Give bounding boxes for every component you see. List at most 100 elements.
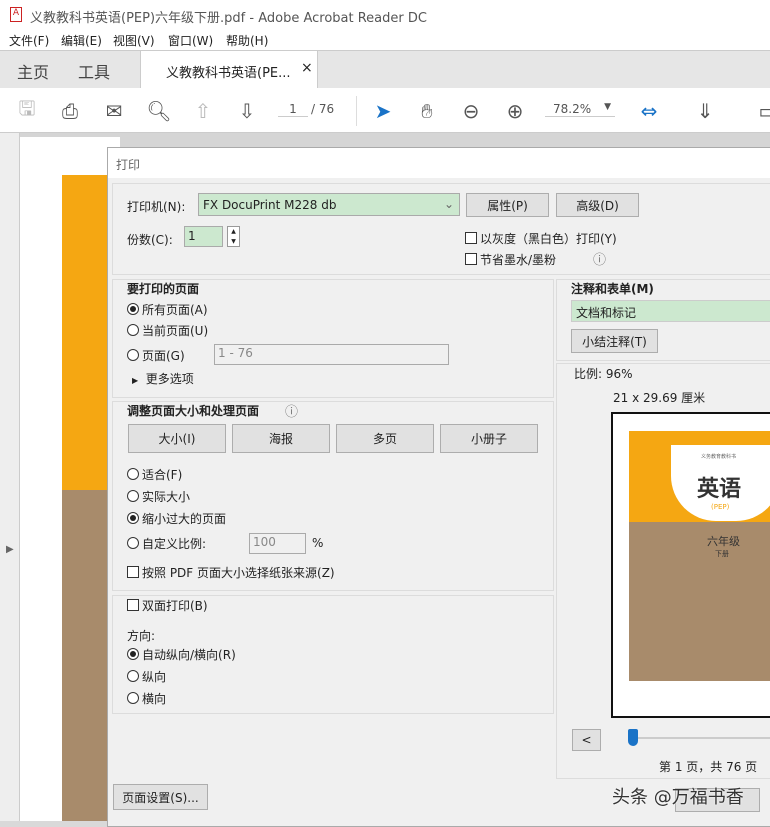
comment-icon[interactable]: ▭ [755, 98, 770, 124]
cover-series: 义务教育教科书 [701, 454, 737, 460]
save-ink-checkbox[interactable] [465, 253, 477, 265]
current-page-label: 当前页面(U) [142, 324, 209, 338]
page-info: 第 1 页，共 76 页 [659, 760, 758, 774]
printer-label: 打印机(N): [127, 200, 186, 214]
fit-radio[interactable] [127, 468, 139, 480]
custom-scale-radio[interactable] [127, 537, 139, 549]
menu-window[interactable]: 窗口(W) [168, 32, 213, 49]
sizing-title: 调整页面大小和处理页面 [127, 404, 260, 418]
page-up-icon[interactable]: ⇧ [190, 98, 216, 124]
page-range-label: 页面(G) [142, 349, 185, 363]
print-dialog: 打印 打印机(N): FX DocuPrint M228 db ⌄ 属性(P) 高… [107, 147, 770, 827]
menu-file[interactable]: 文件(F) [9, 32, 49, 49]
shrink-label: 缩小过大的页面 [142, 512, 227, 526]
custom-scale-input[interactable]: 100 [249, 533, 306, 554]
toolbar: 🖫 ⎙ ✉ 🔍︎ ⇧ ⇩ 1 / 76 ➤ ✋︎ ⊖ ⊕ 78.2% ▼ ⇔ ⇓ … [0, 88, 770, 133]
copies-stepper[interactable]: ▲ ▼ [227, 226, 240, 247]
portrait-radio[interactable] [127, 670, 139, 682]
scroll-mode-icon[interactable]: ⇓ [692, 98, 718, 124]
save-ink-label: 节省墨水/墨粉 [480, 253, 557, 267]
window-title: 义教教科书英语(PEP)六年级下册.pdf - Adobe Acrobat Re… [30, 11, 427, 26]
menu-help[interactable]: 帮助(H) [226, 32, 268, 49]
current-page-radio[interactable] [127, 324, 139, 336]
grayscale-checkbox[interactable] [465, 232, 477, 244]
select-cursor-icon[interactable]: ➤ [370, 98, 396, 124]
cover-grade: 六年级 [707, 535, 740, 548]
preview-cover: 义务教育教科书 英语 (PEP) 六年级 下册 [629, 431, 770, 681]
print-preview: 义务教育教科书 英语 (PEP) 六年级 下册 [611, 412, 770, 718]
printer-value: FX DocuPrint M228 db [203, 198, 337, 212]
page-slider-track[interactable] [628, 737, 770, 739]
auto-orientation-label: 自动纵向/横向(R) [142, 648, 236, 662]
zoom-out-icon[interactable]: ⊖ [458, 98, 484, 124]
title-bar: A 义教教科书英语(PEP)六年级下册.pdf - Adobe Acrobat … [0, 0, 770, 30]
search-icon[interactable]: 🔍︎ [146, 98, 172, 124]
more-options-label: 更多选项 [145, 372, 194, 386]
zoom-select[interactable]: 78.2% ▼ [545, 102, 615, 117]
scale-readout: 比例: 96% [574, 367, 633, 381]
left-panel: ▶ [0, 133, 20, 821]
watermark: 头条 @万福书香 [612, 787, 744, 808]
copies-input[interactable]: 1 [184, 226, 223, 247]
properties-button[interactable]: 属性(P) [466, 193, 549, 217]
close-tab-icon[interactable]: × [301, 60, 313, 76]
tab-document[interactable]: 义教教科书英语(PE... × [140, 51, 318, 89]
menu-view[interactable]: 视图(V) [113, 32, 155, 49]
menu-bar: 文件(F) 编辑(E) 视图(V) 窗口(W) 帮助(H) [0, 30, 770, 50]
all-pages-label: 所有页面(A) [142, 303, 208, 317]
copies-label: 份数(C): [127, 233, 173, 247]
zoom-value: 78.2% [553, 102, 592, 116]
cover-volume: 下册 [715, 550, 729, 558]
cover-title: 英语 [697, 476, 742, 502]
custom-scale-label: 自定义比例: [142, 537, 207, 551]
chevron-down-icon: ▼ [604, 102, 611, 112]
previous-page-button[interactable]: < [572, 729, 601, 751]
multiple-button[interactable]: 多页 [336, 424, 434, 453]
landscape-label: 横向 [142, 692, 167, 706]
paper-size-readout: 21 x 29.69 厘米 [613, 391, 706, 405]
page-down-icon[interactable]: ⇩ [234, 98, 260, 124]
duplex-checkbox[interactable] [127, 599, 139, 611]
info-icon[interactable]: ⓘ [593, 249, 606, 268]
auto-orientation-radio[interactable] [127, 648, 139, 660]
all-pages-radio[interactable] [127, 303, 139, 315]
fit-page-icon[interactable]: ⇔ [636, 98, 662, 124]
actual-size-label: 实际大小 [142, 490, 191, 504]
triangle-right-icon: ▶ [132, 376, 139, 385]
paper-source-checkbox[interactable] [127, 566, 139, 578]
save-icon[interactable]: 🖫 [14, 96, 40, 124]
expand-panel-icon[interactable]: ▶ [6, 544, 14, 555]
size-button[interactable]: 大小(I) [128, 424, 226, 453]
tab-home[interactable]: 主页 [17, 59, 49, 83]
page-setup-button[interactable]: 页面设置(S)... [113, 784, 208, 810]
printer-select[interactable]: FX DocuPrint M228 db ⌄ [198, 193, 460, 216]
page-slider-thumb[interactable] [628, 729, 638, 746]
pdf-app-icon: A [10, 7, 22, 22]
tab-tools[interactable]: 工具 [78, 59, 110, 83]
hand-icon[interactable]: ✋︎ [414, 98, 440, 124]
shrink-radio[interactable] [127, 512, 139, 524]
more-options-toggle[interactable]: ▶ 更多选项 [132, 370, 194, 387]
portrait-label: 纵向 [142, 670, 167, 684]
page-range-input[interactable]: 1 - 76 [214, 344, 449, 365]
percent-label: % [312, 536, 324, 550]
chevron-down-icon: ⌄ [443, 197, 454, 211]
page-total: / 76 [311, 102, 335, 116]
orientation-title: 方向: [127, 629, 156, 643]
page-range-radio[interactable] [127, 349, 139, 361]
advanced-button[interactable]: 高级(D) [556, 193, 639, 217]
print-icon[interactable]: ⎙ [57, 98, 83, 124]
actual-size-radio[interactable] [127, 490, 139, 502]
page-number-input[interactable]: 1 [278, 102, 308, 117]
menu-edit[interactable]: 编辑(E) [61, 32, 102, 49]
tab-bar: 主页 工具 义教教科书英语(PE... × [0, 50, 770, 89]
booklet-button[interactable]: 小册子 [440, 424, 538, 453]
paper-source-label: 按照 PDF 页面大小选择纸张来源(Z) [142, 566, 335, 580]
summarize-comments-button[interactable]: 小结注释(T) [571, 329, 658, 353]
zoom-in-icon[interactable]: ⊕ [502, 98, 528, 124]
landscape-radio[interactable] [127, 692, 139, 704]
comments-select[interactable]: 文档和标记 [571, 300, 770, 322]
info-icon[interactable]: ⓘ [285, 401, 298, 420]
email-icon[interactable]: ✉ [101, 98, 127, 124]
poster-button[interactable]: 海报 [232, 424, 330, 453]
